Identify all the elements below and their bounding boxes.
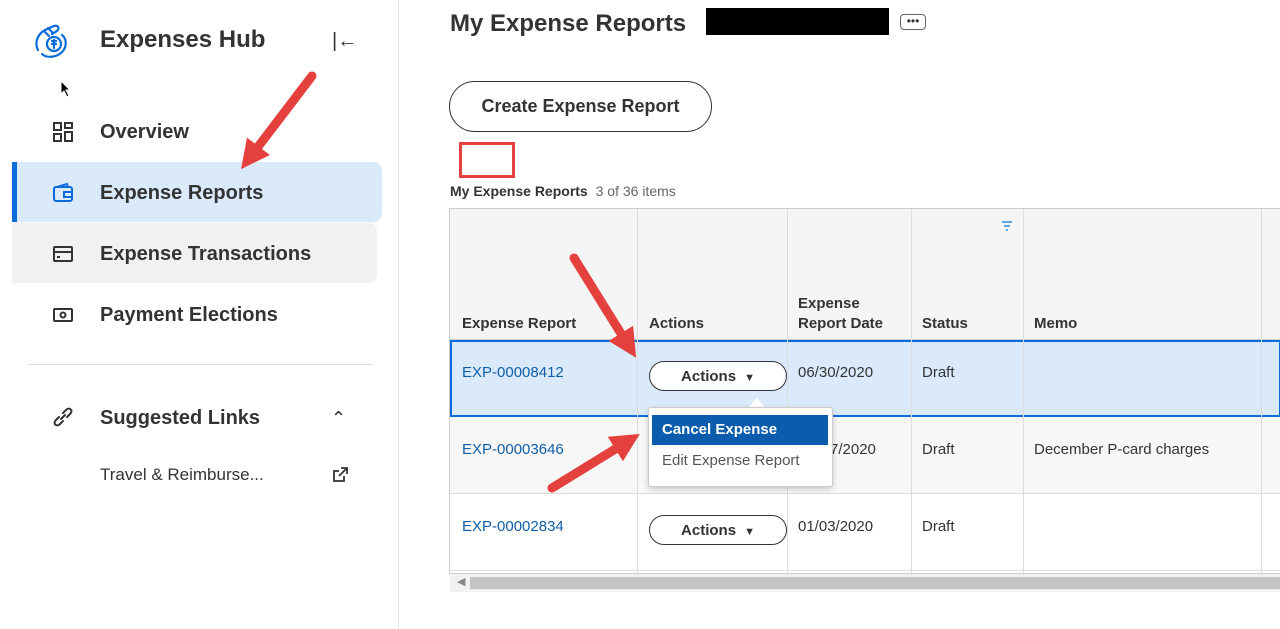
header-expense-report[interactable]: Expense Report <box>462 314 576 333</box>
sidebar-item-label: Expense Transactions <box>100 243 312 265</box>
table-header: Expense Report Actions Expense Report Da… <box>450 209 1280 340</box>
report-date: 01/03/2020 <box>798 518 874 535</box>
column-divider <box>637 209 638 573</box>
suggested-links-heading[interactable]: Suggested Links <box>100 407 260 430</box>
sidebar-item-label: Overview <box>100 121 189 143</box>
sidebar-item-label: Payment Elections <box>100 304 278 326</box>
collapse-sidebar-icon[interactable]: |← <box>332 30 357 53</box>
scrollbar-thumb[interactable] <box>470 577 1280 589</box>
menu-item-edit-expense-report[interactable]: Edit Expense Report <box>652 446 828 476</box>
dashboard-icon <box>53 122 73 142</box>
column-divider <box>911 209 912 573</box>
table-row[interactable]: EXP-00008412 Actions ▼ 06/30/2020 Draft <box>450 340 1280 417</box>
report-date: 06/30/2020 <box>798 364 874 381</box>
table-row[interactable]: EXP-00003646 7/2020 Draft December P-car… <box>450 417 1280 494</box>
memo: December P-card charges <box>1034 441 1210 458</box>
link-icon <box>53 407 73 427</box>
header-actions[interactable]: Actions <box>649 314 704 333</box>
actions-dropdown-menu: Cancel Expense Report Edit Expense Repor… <box>648 407 833 487</box>
status-highlight-box <box>459 142 515 178</box>
more-options-button[interactable]: ••• <box>900 14 926 30</box>
caret-down-icon: ▼ <box>744 525 755 538</box>
header-expense-report-date-line1[interactable]: Expense <box>798 294 860 313</box>
sidebar: Expenses Hub |← Overview Expense Reports… <box>0 0 399 629</box>
caret-down-icon: ▼ <box>744 371 755 384</box>
expenses-hub-logo-icon <box>35 24 67 58</box>
page-title: My Expense Reports <box>450 10 687 37</box>
sidebar-item-expense-reports[interactable]: Expense Reports <box>12 162 382 222</box>
sidebar-item-overview[interactable]: Overview <box>12 101 377 161</box>
actions-button[interactable]: Actions ▼ <box>649 515 787 545</box>
actions-button[interactable]: Actions ▼ <box>649 361 787 391</box>
table-title: My Expense Reports <box>450 183 588 199</box>
sidebar-item-payment-elections[interactable]: Payment Elections <box>12 284 377 344</box>
expense-report-link[interactable]: EXP-00002834 <box>462 518 564 535</box>
actions-label: Actions <box>681 367 737 385</box>
cash-icon <box>53 308 73 322</box>
horizontal-scrollbar[interactable]: ◀ <box>450 574 1280 592</box>
sidebar-divider <box>28 364 373 365</box>
menu-item-cancel-expense-report[interactable]: Cancel Expense Report <box>652 415 828 468</box>
filter-icon[interactable] <box>1001 221 1013 231</box>
actions-label: Actions <box>681 521 737 539</box>
travel-reimbursement-link[interactable]: Travel & Reimburse... <box>100 465 264 485</box>
wallet-icon <box>53 182 73 202</box>
expense-report-link[interactable]: EXP-00003646 <box>462 441 564 458</box>
header-expense-report-date-line2[interactable]: Report Date <box>798 314 883 333</box>
status-badge: Draft <box>922 518 955 535</box>
status-badge: Draft <box>922 441 955 458</box>
expense-report-link[interactable]: EXP-00008412 <box>462 364 564 381</box>
column-divider <box>1023 209 1024 573</box>
column-divider <box>1261 209 1262 573</box>
app-title: Expenses Hub <box>100 26 266 53</box>
status-badge: Draft <box>922 364 955 381</box>
create-expense-report-button[interactable]: Create Expense Report <box>449 81 712 132</box>
table-row[interactable]: EXP-00002834 Actions ▼ 01/03/2020 Draft <box>450 494 1280 571</box>
table-caption: My Expense Reports 3 of 36 items <box>450 183 676 199</box>
sidebar-item-label: Expense Reports <box>100 182 264 204</box>
header-memo[interactable]: Memo <box>1034 314 1077 333</box>
external-link-icon[interactable] <box>333 467 348 482</box>
mouse-cursor-icon <box>60 80 72 98</box>
item-count: 3 of 36 items <box>595 183 676 199</box>
chevron-up-icon[interactable]: ⌃ <box>331 408 346 429</box>
card-icon <box>53 246 73 262</box>
header-status[interactable]: Status <box>922 314 968 333</box>
scroll-left-icon[interactable]: ◀ <box>457 575 465 588</box>
sidebar-item-expense-transactions[interactable]: Expense Transactions <box>12 223 377 283</box>
redacted-block <box>706 8 889 35</box>
column-divider <box>787 209 788 573</box>
expense-reports-table: Expense Report Actions Expense Report Da… <box>449 208 1280 574</box>
report-date: 7/2020 <box>830 441 876 458</box>
